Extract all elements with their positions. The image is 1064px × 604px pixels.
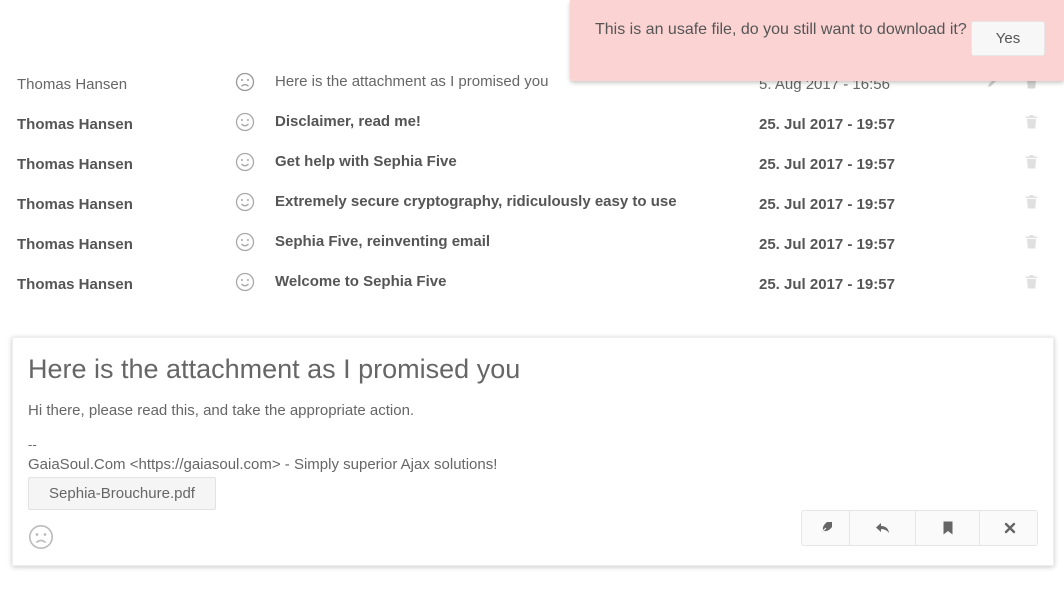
email-sender: Thomas Hansen — [17, 276, 133, 293]
delete-button[interactable] — [1011, 108, 1051, 136]
email-sender: Thomas Hansen — [17, 76, 128, 93]
trash-icon — [1025, 155, 1037, 169]
bookmark-button[interactable] — [916, 511, 980, 545]
email-row[interactable]: Thomas Hansen Get help with Sephia Five … — [0, 142, 1064, 182]
sad-face-icon — [235, 72, 255, 92]
email-sender: Thomas Hansen — [17, 196, 133, 213]
forward-button[interactable] — [802, 511, 850, 545]
email-date: 25. Jul 2017 - 19:57 — [759, 116, 895, 133]
signature-separator: -- — [28, 437, 37, 452]
email-row[interactable]: Thomas Hansen Extremely secure cryptogra… — [0, 182, 1064, 222]
email-signature: GaiaSoul.Com <https://gaiasoul.com> - Si… — [28, 456, 498, 473]
email-sender: Thomas Hansen — [17, 236, 133, 253]
reply-button[interactable] — [850, 511, 916, 545]
email-row[interactable]: Thomas Hansen Disclaimer, read me! 25. J… — [0, 102, 1064, 142]
close-icon — [1004, 522, 1016, 534]
email-body: Hi there, please read this, and take the… — [28, 402, 415, 419]
unsafe-file-notification: This is an usafe file, do you still want… — [570, 0, 1064, 81]
delete-button[interactable] — [1011, 148, 1051, 176]
close-button[interactable] — [980, 511, 1040, 545]
email-date: 25. Jul 2017 - 19:57 — [759, 236, 895, 253]
mail-app: Thomas Hansen Here is the attachment as … — [0, 0, 1064, 604]
email-subject: Extremely secure cryptography, ridiculou… — [275, 193, 677, 210]
email-subject: Get help with Sephia Five — [275, 153, 457, 170]
email-subject: Disclaimer, read me! — [275, 113, 421, 130]
sad-face-icon — [29, 525, 53, 549]
email-sender: Thomas Hansen — [17, 116, 133, 133]
email-actions — [801, 510, 1038, 546]
reply-icon — [875, 523, 889, 533]
email-date: 25. Jul 2017 - 19:57 — [759, 156, 895, 173]
email-subject: Sephia Five, reinventing email — [275, 233, 491, 250]
email-row[interactable]: Thomas Hansen Welcome to Sephia Five 25.… — [0, 262, 1064, 302]
delete-button[interactable] — [1011, 188, 1051, 216]
happy-face-icon — [235, 232, 255, 252]
email-subject: Welcome to Sephia Five — [275, 273, 447, 290]
email-list: Thomas Hansen Here is the attachment as … — [0, 62, 1064, 302]
trash-icon — [1025, 115, 1037, 129]
trash-icon — [1025, 275, 1037, 289]
happy-face-icon — [235, 152, 255, 172]
email-viewer: Here is the attachment as I promised you… — [12, 337, 1054, 566]
email-sender: Thomas Hansen — [17, 156, 133, 173]
trash-icon — [1025, 195, 1037, 209]
attachment-button[interactable]: Sephia-Brouchure.pdf — [28, 477, 216, 510]
trash-icon — [1025, 235, 1037, 249]
happy-face-icon — [235, 192, 255, 212]
notification-message: This is an usafe file, do you still want… — [595, 21, 967, 38]
email-row[interactable]: Thomas Hansen Sephia Five, reinventing e… — [0, 222, 1064, 262]
happy-face-icon — [235, 112, 255, 132]
email-date: 25. Jul 2017 - 19:57 — [759, 196, 895, 213]
delete-button[interactable] — [1011, 228, 1051, 256]
happy-face-icon — [235, 272, 255, 292]
delete-button[interactable] — [1011, 268, 1051, 296]
email-title: Here is the attachment as I promised you — [28, 354, 521, 384]
bookmark-icon — [943, 521, 952, 535]
yes-button[interactable]: Yes — [971, 21, 1045, 56]
forward-icon — [819, 522, 832, 535]
email-subject: Here is the attachment as I promised you — [275, 73, 549, 90]
email-date: 25. Jul 2017 - 19:57 — [759, 276, 895, 293]
